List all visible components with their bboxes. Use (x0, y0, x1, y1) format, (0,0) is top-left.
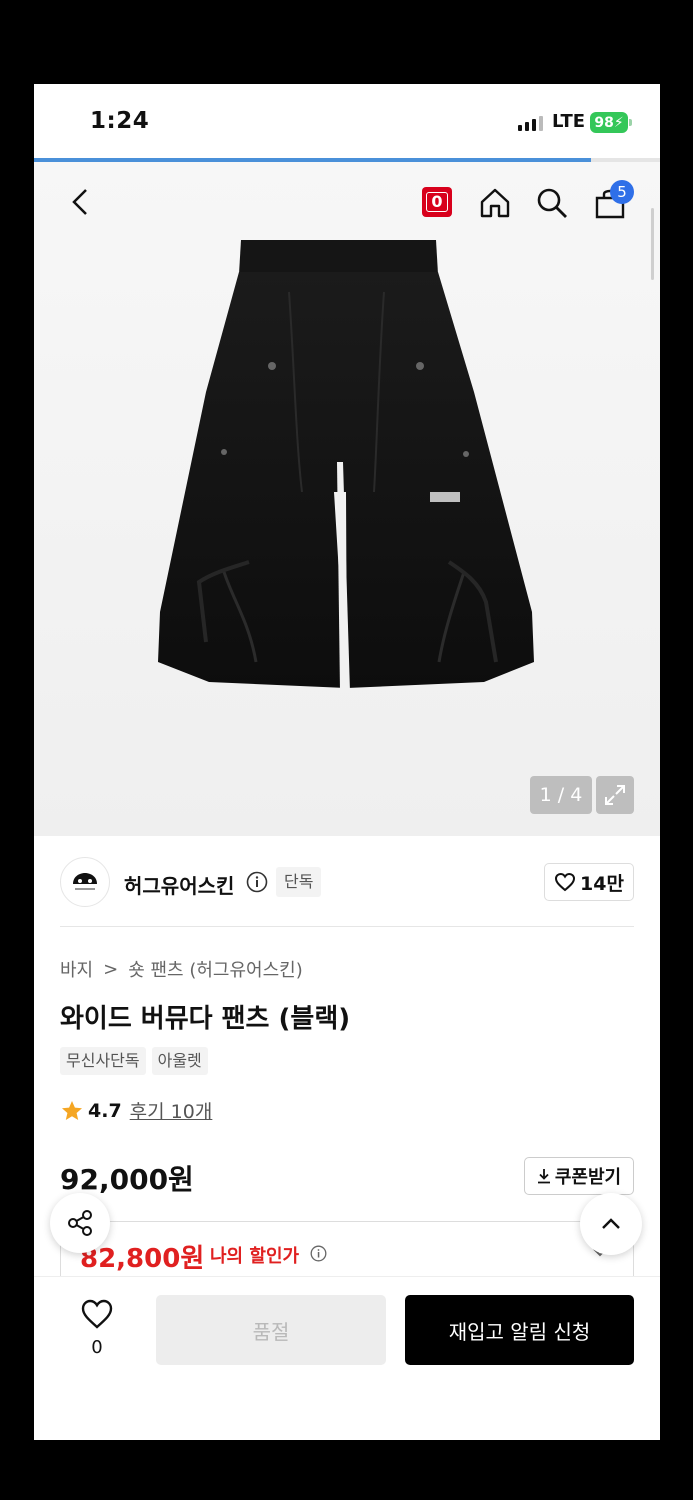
product-tags: 무신사단독 아울렛 (60, 1047, 208, 1075)
breadcrumb: 바지 > 숏 팬츠 (허그유어스킨) (60, 956, 303, 982)
product-tag: 아울렛 (151, 1047, 208, 1075)
notification-badge-count: 0 (426, 192, 448, 212)
heart-icon (555, 872, 576, 892)
chevron-up-icon[interactable] (580, 1193, 642, 1255)
breadcrumb-subcategory[interactable]: 숏 팬츠 (허그유어스킨) (128, 956, 303, 982)
home-icon[interactable] (476, 184, 514, 222)
restock-alert-button[interactable]: 재입고 알림 신청 (405, 1295, 634, 1365)
rating-row: 4.7 후기 10개 (60, 1097, 212, 1124)
product-price: 92,000원 (60, 1163, 194, 1196)
coupon-button[interactable]: 쿠폰받기 (524, 1157, 634, 1195)
product-image[interactable] (34, 162, 660, 836)
breadcrumb-separator: > (103, 958, 119, 980)
notification-badge[interactable]: 0 (422, 187, 452, 217)
status-bar: 1:24 LTE 98 ⚡ (34, 84, 660, 158)
cart-count-badge: 5 (610, 180, 634, 204)
phone-screen: 1:24 LTE 98 ⚡ 0 5 1 / 4 허그유어스킨 단독 14만 바지… (34, 84, 660, 1440)
divider (60, 926, 634, 927)
rating-score: 4.7 (88, 1099, 122, 1122)
breadcrumb-category[interactable]: 바지 (60, 956, 93, 982)
soldout-button[interactable]: 품절 (156, 1295, 386, 1365)
coupon-label: 쿠폰받기 (554, 1167, 622, 1188)
brand-logo[interactable] (60, 857, 110, 907)
scrollbar[interactable] (651, 208, 654, 280)
battery-level: 98 (594, 114, 614, 131)
info-icon[interactable] (310, 1245, 327, 1262)
product-tag: 무신사단독 (60, 1047, 146, 1075)
info-icon[interactable] (246, 871, 268, 893)
review-link[interactable]: 후기 10개 (130, 1097, 213, 1124)
star-icon (62, 1100, 82, 1120)
signal-icon (518, 115, 543, 131)
product-title: 와이드 버뮤다 팬츠 (블랙) (60, 1004, 351, 1034)
discount-label: 나의 할인가 (210, 1246, 300, 1267)
share-icon[interactable] (50, 1193, 110, 1253)
network-label: LTE (552, 111, 586, 132)
search-icon[interactable] (533, 184, 571, 222)
heart-icon[interactable] (80, 1298, 114, 1330)
wish-count: 0 (91, 1337, 103, 1358)
brand-name[interactable]: 허그유어스킨 (124, 870, 234, 899)
back-icon[interactable] (64, 186, 96, 218)
battery-icon: 98 ⚡ (590, 112, 632, 133)
download-icon (537, 1169, 550, 1184)
image-counter: 1 / 4 (530, 776, 592, 814)
product-photo (158, 240, 534, 692)
status-time: 1:24 (90, 108, 150, 134)
exclusive-tag: 단독 (276, 867, 322, 897)
brand-like-count: 14만 (580, 872, 624, 895)
expand-icon[interactable] (596, 776, 634, 814)
brand-like-button[interactable]: 14만 (544, 863, 634, 901)
